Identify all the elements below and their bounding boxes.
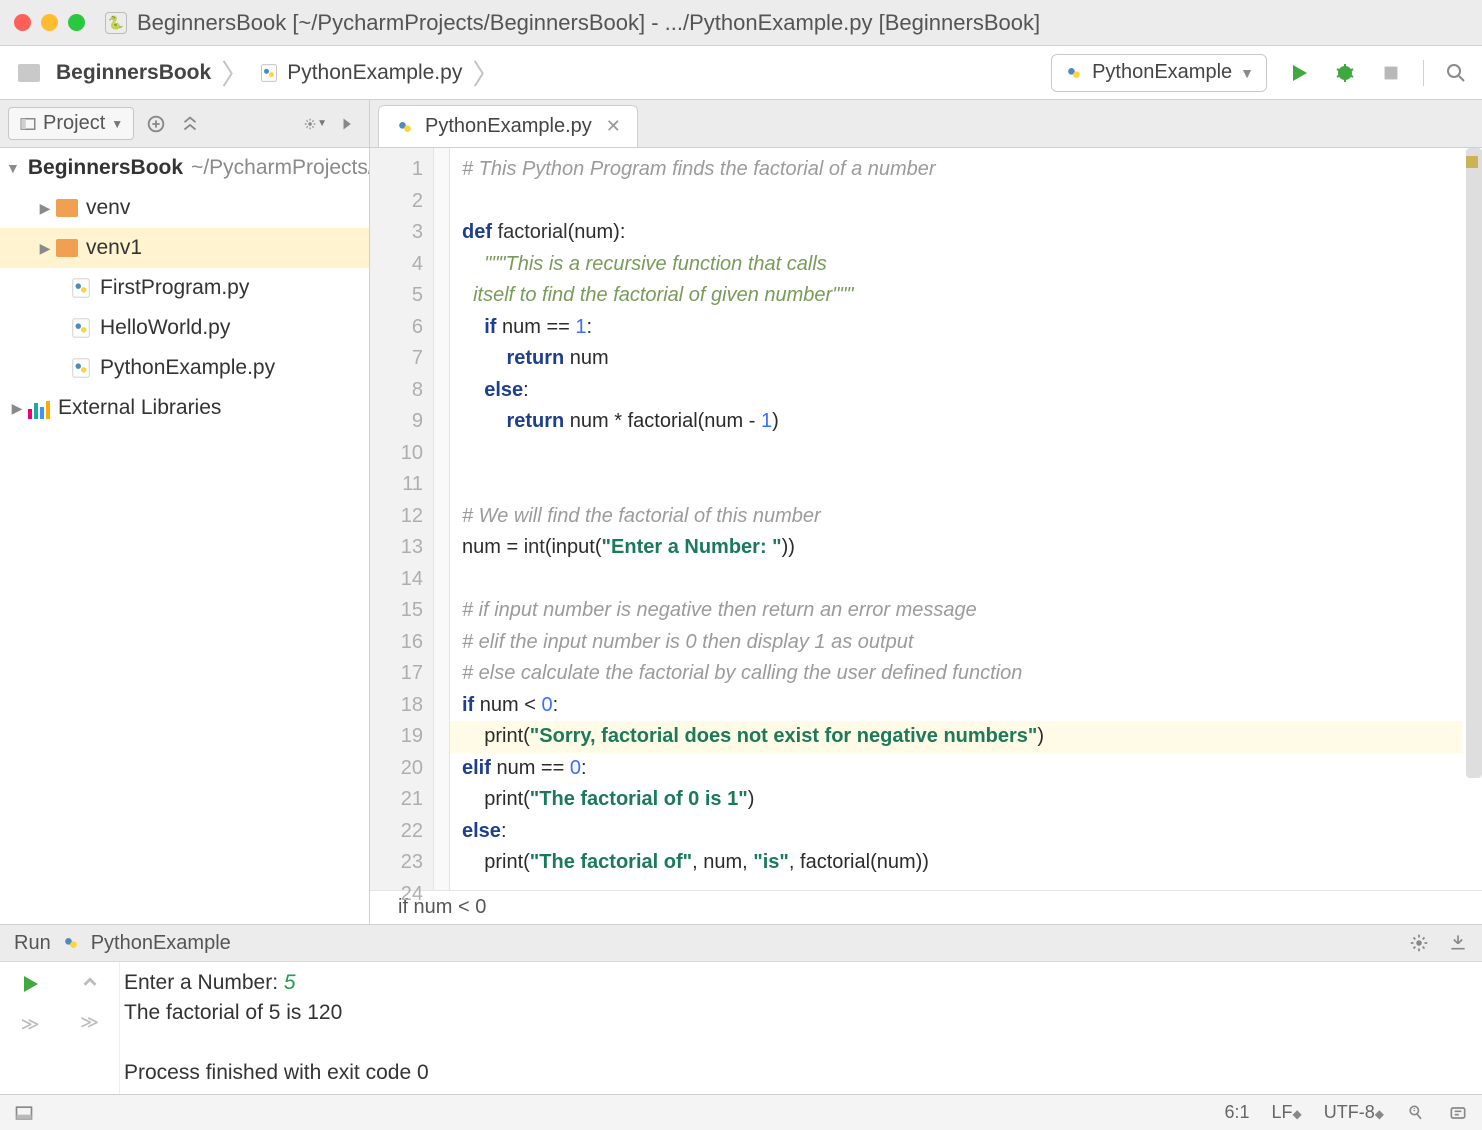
- project-view-selector[interactable]: Project▼: [8, 107, 134, 140]
- breadcrumb-project[interactable]: BeginnersBook: [12, 57, 217, 89]
- scroll-up-icon[interactable]: [79, 972, 101, 994]
- line-separator[interactable]: LF◆: [1272, 1102, 1302, 1123]
- line-gutter: 123456789101112131415161718192021222324: [370, 148, 434, 890]
- tree-external-libraries[interactable]: External Libraries: [0, 388, 369, 428]
- project-tree[interactable]: BeginnersBook~/PycharmProjects/Beginners…: [0, 148, 370, 924]
- tree-folder-venv1[interactable]: venv1: [0, 228, 369, 268]
- download-icon[interactable]: [1448, 932, 1468, 954]
- run-settings-icon[interactable]: [1408, 932, 1430, 954]
- tree-file-helloworld[interactable]: HelloWorld.py: [0, 308, 369, 348]
- close-window-button[interactable]: [14, 14, 31, 31]
- status-bar: 6:1 LF◆ UTF-8◆: [0, 1094, 1482, 1130]
- run-config-selector[interactable]: PythonExample ▼: [1051, 54, 1267, 92]
- search-everywhere-button[interactable]: [1442, 59, 1470, 87]
- fold-column[interactable]: [434, 148, 450, 890]
- hide-panel-icon[interactable]: [337, 112, 361, 136]
- run-panel: Run PythonExample ≫ ≫ Enter a Number: 5 …: [0, 924, 1482, 1094]
- window-title: BeginnersBook [~/PycharmProjects/Beginne…: [137, 10, 1040, 36]
- editor-tab-pythonexample[interactable]: PythonExample.py ✕: [378, 105, 638, 147]
- collapse-all-icon[interactable]: [178, 112, 202, 136]
- more-actions-icon[interactable]: ≫: [21, 1014, 40, 1035]
- toolwindow-quick-access-icon[interactable]: [14, 1103, 34, 1123]
- code-crumb-bar[interactable]: if num < 0: [370, 890, 1482, 924]
- scroll-from-source-icon[interactable]: [144, 112, 168, 136]
- app-icon: 🐍: [105, 12, 127, 34]
- tree-file-firstprogram[interactable]: FirstProgram.py: [0, 268, 369, 308]
- breadcrumb-file[interactable]: PythonExample.py: [253, 57, 468, 89]
- run-panel-label: Run: [14, 932, 51, 955]
- chevron-right-icon: 〉: [221, 53, 249, 93]
- stop-button[interactable]: [1377, 59, 1405, 87]
- console-output[interactable]: Enter a Number: 5 The factorial of 5 is …: [120, 962, 1482, 1094]
- rerun-button[interactable]: [18, 972, 42, 996]
- chevron-down-icon: ▼: [111, 117, 123, 131]
- run-button[interactable]: [1285, 59, 1313, 87]
- settings-gear-icon[interactable]: ▼: [303, 112, 327, 136]
- chevron-right-icon: 〉: [472, 53, 500, 93]
- debug-button[interactable]: [1331, 59, 1359, 87]
- chevron-down-icon: ▼: [1240, 65, 1254, 81]
- code-editor[interactable]: 123456789101112131415161718192021222324 …: [370, 148, 1482, 924]
- file-encoding[interactable]: UTF-8◆: [1324, 1102, 1384, 1123]
- tree-folder-venv[interactable]: venv: [0, 188, 369, 228]
- tree-file-pythonexample[interactable]: PythonExample.py: [0, 348, 369, 388]
- inspection-icon[interactable]: [1406, 1103, 1426, 1123]
- notifications-icon[interactable]: [1448, 1103, 1468, 1123]
- breadcrumbs: BeginnersBook 〉 PythonExample.py 〉: [12, 53, 500, 93]
- tool-row: Project▼ ▼ PythonExample.py ✕: [0, 100, 1482, 148]
- code-area[interactable]: # This Python Program finds the factoria…: [450, 148, 1482, 890]
- caret-position[interactable]: 6:1: [1224, 1102, 1249, 1123]
- nav-row: BeginnersBook 〉 PythonExample.py 〉 Pytho…: [0, 46, 1482, 100]
- minimize-window-button[interactable]: [41, 14, 58, 31]
- close-tab-icon[interactable]: ✕: [606, 116, 621, 137]
- titlebar: 🐍 BeginnersBook [~/PycharmProjects/Begin…: [0, 0, 1482, 46]
- run-config-name: PythonExample: [91, 932, 231, 955]
- more-actions2-icon[interactable]: ≫: [80, 1012, 99, 1033]
- zoom-window-button[interactable]: [68, 14, 85, 31]
